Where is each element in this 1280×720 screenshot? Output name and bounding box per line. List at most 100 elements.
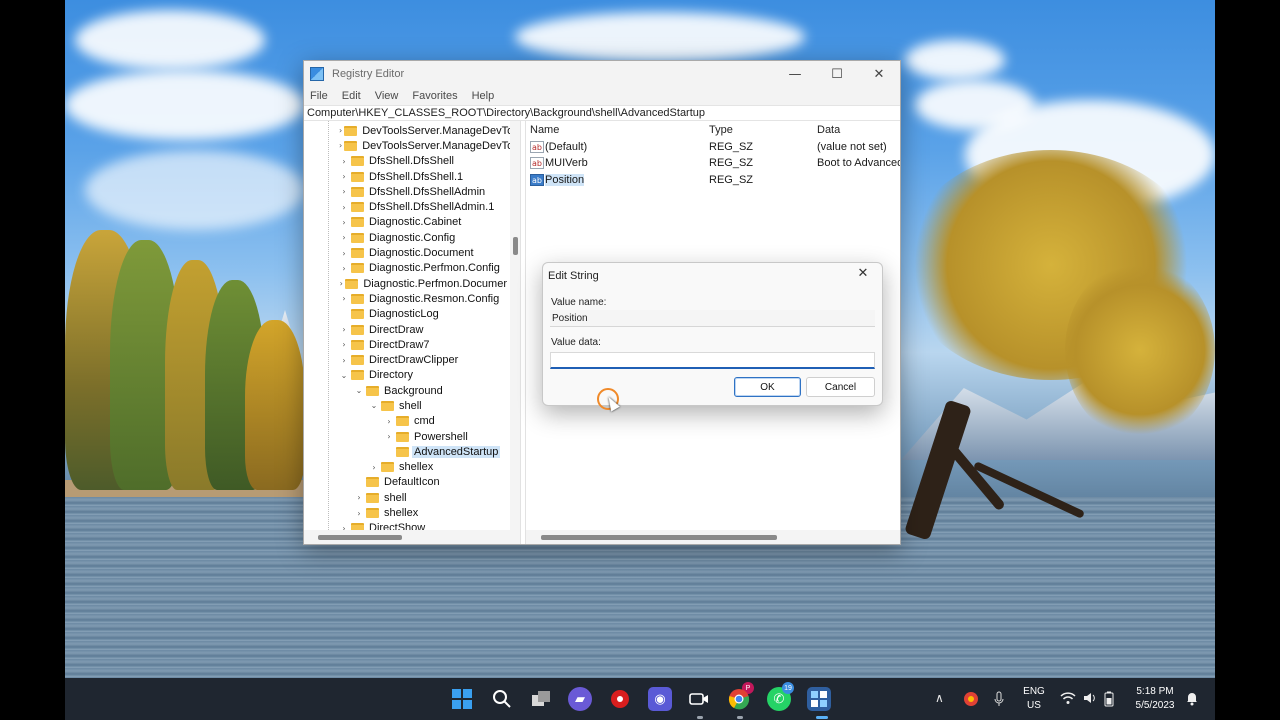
tree-item[interactable]: › shellex xyxy=(304,505,509,520)
value-row[interactable]: ab Position REG_SZ xyxy=(526,172,900,188)
chevron-right-icon[interactable]: › xyxy=(339,187,349,196)
registry-editor-taskbar-icon[interactable] xyxy=(807,687,831,711)
menu-favorites[interactable]: Favorites xyxy=(412,90,457,102)
tree-item[interactable]: › DfsShell.DfsShellAdmin xyxy=(304,184,509,199)
chevron-right-icon[interactable]: › xyxy=(339,203,349,212)
maximize-button[interactable]: ☐ xyxy=(816,61,858,87)
chevron-right-icon[interactable]: › xyxy=(339,356,349,365)
menu-view[interactable]: View xyxy=(375,90,399,102)
minimize-button[interactable]: — xyxy=(774,61,816,87)
folder-icon xyxy=(351,248,364,259)
column-header-type[interactable]: Type xyxy=(709,124,817,136)
chevron-down-icon[interactable]: ⌄ xyxy=(369,401,379,410)
address-path[interactable]: Computer\HKEY_CLASSES_ROOT\Directory\Bac… xyxy=(307,107,705,119)
tree-item[interactable]: DefaultIcon xyxy=(304,475,509,490)
tree-item[interactable]: › shellex xyxy=(304,460,509,475)
tree-item[interactable]: › Diagnostic.Resmon.Config xyxy=(304,291,509,306)
tree-vertical-scroll-thumb[interactable] xyxy=(513,237,518,255)
column-header-name[interactable]: Name xyxy=(526,124,709,136)
value-row[interactable]: ab (Default) REG_SZ (value not set) xyxy=(526,139,900,155)
folder-icon xyxy=(351,339,364,350)
tray-app-icon[interactable] xyxy=(963,691,979,710)
chevron-right-icon[interactable]: › xyxy=(339,264,349,273)
chevron-right-icon[interactable]: › xyxy=(339,340,349,349)
address-bar[interactable]: Computer\HKEY_CLASSES_ROOT\Directory\Bac… xyxy=(304,105,900,121)
tree-horizontal-scroll-thumb[interactable] xyxy=(318,535,402,540)
chevron-right-icon[interactable]: › xyxy=(339,233,349,242)
chevron-right-icon[interactable]: › xyxy=(384,417,394,426)
chevron-right-icon[interactable]: › xyxy=(354,509,364,518)
tree-item[interactable]: › DfsShell.DfsShell xyxy=(304,154,509,169)
wifi-icon[interactable] xyxy=(1060,691,1076,708)
column-header-data[interactable]: Data xyxy=(817,124,900,136)
tree-item[interactable]: › DirectDrawClipper xyxy=(304,352,509,367)
chrome-icon[interactable] xyxy=(727,687,751,711)
value-data-input[interactable] xyxy=(550,352,875,369)
tree-item[interactable]: › Diagnostic.Document xyxy=(304,245,509,260)
volume-icon[interactable] xyxy=(1082,691,1098,708)
microphone-icon[interactable] xyxy=(993,691,1005,710)
cancel-button[interactable]: Cancel xyxy=(806,377,875,397)
tree-item[interactable]: › DfsShell.DfsShellAdmin.1 xyxy=(304,199,509,214)
video-icon[interactable] xyxy=(687,687,711,711)
tree-item-label: DefaultIcon xyxy=(384,476,440,489)
huawei-app-icon[interactable] xyxy=(608,687,632,711)
menu-edit[interactable]: Edit xyxy=(342,90,361,102)
tree-item[interactable]: › Diagnostic.Perfmon.Documer xyxy=(304,276,509,291)
title-bar[interactable]: Registry Editor — ☐ ✕ xyxy=(304,61,900,87)
chevron-right-icon[interactable]: › xyxy=(339,294,349,303)
tree-item[interactable]: AdvancedStartup xyxy=(304,444,509,459)
task-view-icon[interactable] xyxy=(529,687,553,711)
chevron-right-icon[interactable]: › xyxy=(339,325,349,334)
chevron-right-icon[interactable]: › xyxy=(384,432,394,441)
tree-item[interactable]: › Diagnostic.Config xyxy=(304,230,509,245)
start-icon[interactable] xyxy=(450,687,474,711)
battery-icon[interactable] xyxy=(1103,691,1115,710)
chevron-right-icon[interactable]: › xyxy=(339,172,349,181)
tree-item[interactable]: › DevToolsServer.ManageDevTo xyxy=(304,123,513,138)
value-row[interactable]: ab MUIVerb REG_SZ Boot to Advanced xyxy=(526,155,900,171)
tray-overflow-chevron-icon[interactable]: ∧ xyxy=(935,691,944,705)
tree-item[interactable]: ⌄ Directory xyxy=(304,368,509,383)
chevron-down-icon[interactable]: ⌄ xyxy=(339,371,349,380)
chevron-right-icon[interactable]: › xyxy=(339,141,342,150)
chevron-right-icon[interactable]: › xyxy=(354,493,364,502)
language-code: ENG xyxy=(1023,686,1045,697)
tree-item[interactable]: › DfsShell.DfsShell.1 xyxy=(304,169,509,184)
tree-item[interactable]: › Diagnostic.Cabinet xyxy=(304,215,509,230)
tree-item[interactable]: › cmd xyxy=(304,414,509,429)
menu-help[interactable]: Help xyxy=(472,90,495,102)
chevron-right-icon[interactable]: › xyxy=(339,218,349,227)
tree-horizontal-scrollbar[interactable] xyxy=(304,530,520,544)
dialog-close-icon[interactable]: ✕ xyxy=(852,266,874,286)
values-horizontal-scrollbar[interactable] xyxy=(526,530,900,544)
values-horizontal-scroll-thumb[interactable] xyxy=(541,535,777,540)
teams-chat-icon[interactable]: ▰ xyxy=(568,687,592,711)
clock[interactable]: 5:18 PM 5/5/2023 xyxy=(1125,685,1185,713)
folder-icon xyxy=(351,202,364,213)
chevron-right-icon[interactable]: › xyxy=(339,126,342,135)
tree-item[interactable]: › DirectDraw xyxy=(304,322,509,337)
chevron-right-icon[interactable]: › xyxy=(339,157,349,166)
tree-item[interactable]: ⌄ Background xyxy=(304,383,509,398)
tree-item[interactable]: DiagnosticLog xyxy=(304,307,509,322)
chevron-right-icon[interactable]: › xyxy=(339,249,349,258)
tree-item[interactable]: › Powershell xyxy=(304,429,509,444)
cloud xyxy=(85,150,305,230)
chevron-right-icon[interactable]: › xyxy=(339,279,343,288)
search-icon[interactable] xyxy=(490,687,514,711)
chevron-down-icon[interactable]: ⌄ xyxy=(354,386,364,395)
tree-item[interactable]: ⌄ shell xyxy=(304,398,509,413)
tree-item[interactable]: › Diagnostic.Perfmon.Config xyxy=(304,261,509,276)
chevron-right-icon[interactable]: › xyxy=(369,463,379,472)
notification-bell-icon[interactable] xyxy=(1185,691,1199,710)
tree-item[interactable]: › DevToolsServer.ManageDevTo xyxy=(304,138,513,153)
ok-button[interactable]: OK xyxy=(734,377,801,397)
camera-app-icon[interactable]: ◉ xyxy=(648,687,672,711)
close-button[interactable]: ✕ xyxy=(858,61,900,87)
tree-item[interactable]: › DirectDraw7 xyxy=(304,337,509,352)
tree-vertical-scrollbar[interactable] xyxy=(510,121,520,530)
tree-item[interactable]: › shell xyxy=(304,490,509,505)
language-indicator[interactable]: ENG US xyxy=(1020,685,1048,713)
menu-file[interactable]: File xyxy=(310,90,328,102)
